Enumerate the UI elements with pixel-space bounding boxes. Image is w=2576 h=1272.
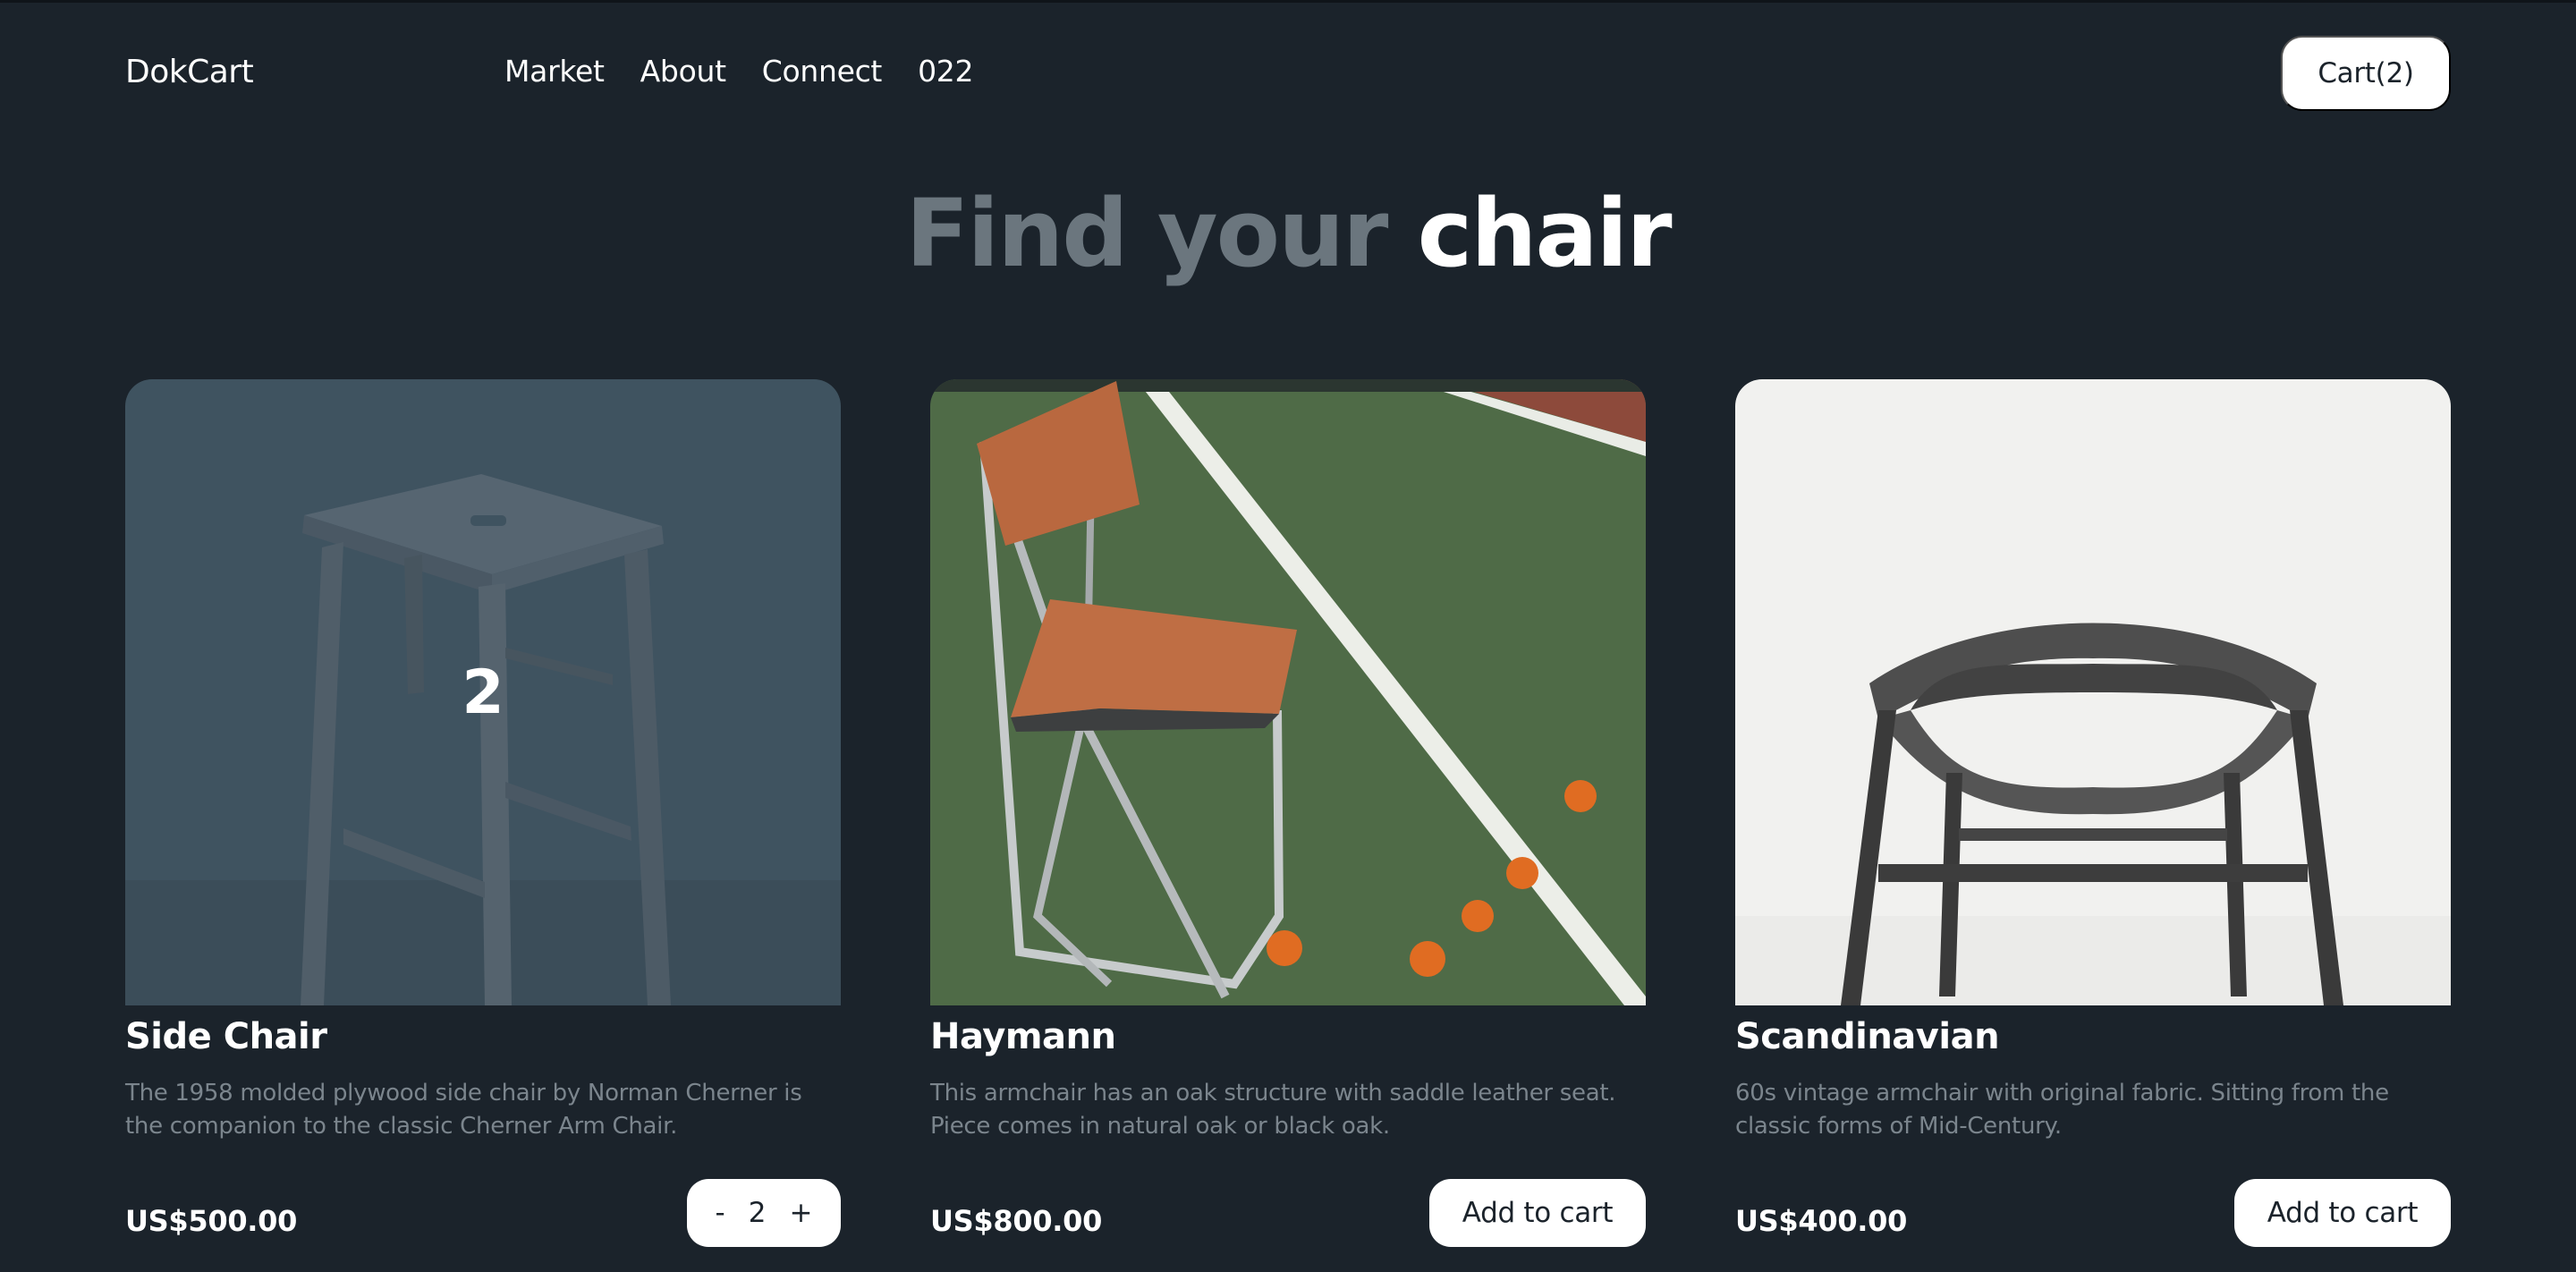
page-title: Find your chair (0, 179, 2576, 288)
brand-logo[interactable]: DokCart (125, 54, 254, 90)
cart-quantity-overlay: 2 (462, 657, 504, 728)
product-image-armchair[interactable] (1735, 379, 2451, 1005)
main-nav: Market About Connect 022 (504, 54, 973, 89)
product-name: Haymann (930, 1016, 1116, 1057)
product-name: Scandinavian (1735, 1016, 2000, 1057)
product-card-scandinavian: Scandinavian 60s vintage armchair with o… (1735, 379, 2451, 1272)
top-border (0, 0, 2576, 3)
product-description: 60s vintage armchair with original fabri… (1735, 1080, 2389, 1140)
increment-button[interactable]: + (784, 1197, 818, 1229)
nav-022[interactable]: 022 (918, 54, 973, 89)
quantity-stepper[interactable]: - 2 + (687, 1179, 841, 1247)
nav-market[interactable]: Market (504, 54, 605, 89)
add-to-cart-button[interactable]: Add to cart (1429, 1179, 1646, 1247)
product-price: US$800.00 (930, 1204, 1103, 1238)
product-price: US$400.00 (1735, 1204, 1908, 1238)
title-muted: Find your (905, 179, 1389, 288)
product-card-haymann: Haymann This armchair has an oak structu… (930, 379, 1646, 1272)
product-image-folding-chair[interactable] (930, 379, 1646, 1005)
product-image-stool[interactable]: 2 (125, 379, 841, 1005)
nav-connect[interactable]: Connect (762, 54, 883, 89)
product-name: Side Chair (125, 1016, 327, 1057)
page: DokCart Market About Connect 022 Cart(2)… (0, 0, 2576, 1272)
title-strong: chair (1417, 179, 1673, 288)
add-to-cart-button[interactable]: Add to cart (2234, 1179, 2451, 1247)
folding-chair-illustration (930, 379, 1646, 1005)
quantity-value: 2 (748, 1197, 767, 1229)
product-price: US$500.00 (125, 1204, 298, 1238)
cart-button[interactable]: Cart(2) (2281, 36, 2451, 111)
product-description: This armchair has an oak structure with … (930, 1080, 1616, 1140)
product-card-side-chair: 2 Side Chair The 1958 molded plywood sid… (125, 379, 841, 1272)
product-description: The 1958 molded plywood side chair by No… (125, 1080, 802, 1140)
nav-about[interactable]: About (640, 54, 726, 89)
armchair-illustration (1735, 379, 2451, 1005)
decrement-button[interactable]: - (710, 1197, 731, 1229)
